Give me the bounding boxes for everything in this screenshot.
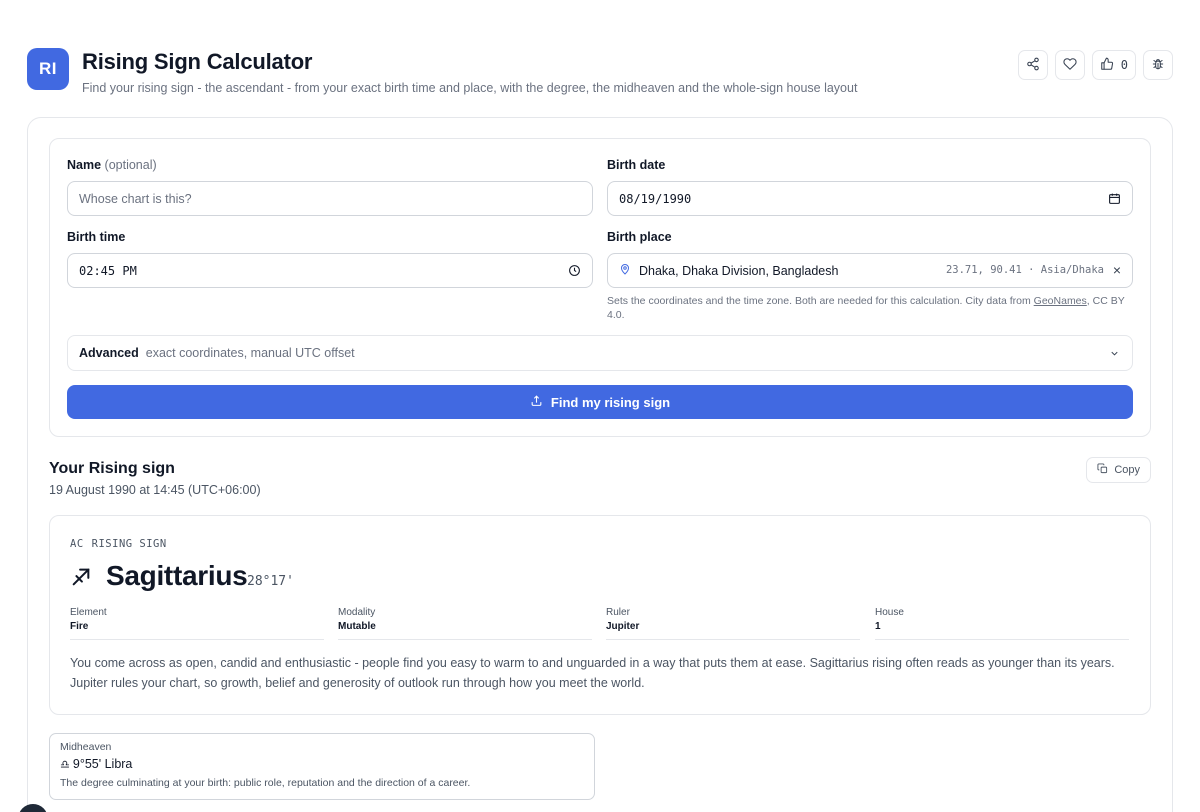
favorite-button[interactable]: [1054, 50, 1085, 80]
birth-date-input[interactable]: 08/19/1990: [607, 181, 1133, 216]
fact-element: Element Fire: [70, 607, 324, 640]
midheaven-description: The degree culminating at your birth: pu…: [60, 777, 471, 789]
rising-sign-eyebrow: AC RISING SIGN: [70, 538, 167, 550]
fact-key: Modality: [338, 607, 376, 618]
rising-sign-name: Sagittarius: [106, 560, 248, 591]
name-label-text: Name: [67, 158, 102, 172]
calendar-icon[interactable]: [1108, 192, 1121, 205]
fact-house: House 1: [875, 607, 1129, 640]
advanced-description: exact coordinates, manual UTC offset: [145, 346, 355, 360]
sagittarius-glyph-icon: [70, 566, 94, 590]
libra-glyph-icon: ♎: [60, 759, 70, 771]
result-birth-datetime: 19 August 1990 at 14:45 (UTC+06:00): [49, 483, 261, 497]
birth-date-value: 08/19/1990: [619, 191, 692, 206]
upload-icon: [530, 394, 543, 410]
fact-value: Jupiter: [606, 621, 640, 632]
birth-time-input[interactable]: 02:45 PM: [67, 253, 593, 288]
midheaven-label: Midheaven: [60, 741, 112, 753]
fact-value: 1: [875, 621, 881, 632]
midheaven-value: ♎ 9°55' Libra: [60, 757, 584, 771]
bug-icon: [1151, 57, 1165, 74]
page-header: RI Rising Sign Calculator Find your risi…: [27, 48, 1173, 100]
fact-modality: Modality Mutable: [338, 607, 592, 640]
page-title: Rising Sign Calculator: [82, 49, 313, 74]
fact-key: Ruler: [606, 607, 630, 618]
birth-details-form: Name (optional) Whose chart is this? Bir…: [49, 138, 1151, 437]
map-pin-icon: [619, 263, 631, 278]
birth-time-value: 02:45 PM: [79, 263, 137, 278]
share-icon: [1026, 57, 1040, 74]
calculator-panel: Name (optional) Whose chart is this? Bir…: [27, 117, 1173, 812]
app-badge: RI: [27, 48, 69, 90]
fact-key: House: [875, 607, 904, 618]
fact-value: Fire: [70, 621, 89, 632]
copy-button[interactable]: Copy: [1086, 457, 1151, 483]
page-subtitle: Find your rising sign - the ascendant - …: [82, 81, 858, 95]
geonames-link[interactable]: GeoNames: [1034, 295, 1087, 307]
advanced-title: Advanced: [79, 346, 139, 360]
name-optional-hint: (optional): [104, 158, 157, 172]
birth-place-coordinates: 23.71, 90.41 · Asia/Dhaka: [945, 264, 1104, 276]
fact-key: Element: [70, 607, 107, 618]
copy-icon: [1097, 463, 1108, 477]
birth-place-value: Dhaka, Dhaka Division, Bangladesh: [639, 263, 839, 278]
clear-place-icon[interactable]: ×: [1113, 263, 1121, 277]
helper-text: Sets the coordinates and the time zone. …: [607, 295, 1034, 307]
fact-ruler: Ruler Jupiter: [606, 607, 860, 640]
birth-place-input[interactable]: Dhaka, Dhaka Division, Bangladesh 23.71,…: [607, 253, 1133, 288]
copy-label: Copy: [1114, 464, 1140, 476]
thumbs-up-icon: [1100, 57, 1114, 74]
rising-sign-description: You come across as open, candid and enth…: [70, 656, 1115, 690]
heart-icon: [1063, 57, 1077, 74]
ascendant-code: AC: [70, 538, 84, 550]
like-button[interactable]: 0: [1091, 50, 1136, 80]
birth-place-helper: Sets the coordinates and the time zone. …: [607, 294, 1137, 322]
advanced-toggle[interactable]: Advanced exact coordinates, manual UTC o…: [67, 335, 1133, 371]
name-input[interactable]: Whose chart is this?: [67, 181, 593, 216]
result-title: Your Rising sign: [49, 460, 175, 477]
birth-date-label: Birth date: [607, 158, 666, 172]
chevron-down-icon: [1109, 348, 1120, 362]
birth-time-label: Birth time: [67, 230, 126, 244]
header-actions: 0: [1017, 50, 1173, 80]
report-bug-button[interactable]: [1143, 50, 1173, 80]
midheaven-card: Midheaven ♎ 9°55' Libra The degree culmin…: [49, 733, 595, 800]
rising-sign-label: RISING SIGN: [91, 538, 167, 550]
name-placeholder: Whose chart is this?: [79, 191, 192, 206]
find-rising-sign-button[interactable]: Find my rising sign: [67, 385, 1133, 419]
sign-facts: Element Fire Modality Mutable Ruler Jupi…: [70, 607, 1130, 641]
midheaven-value-text: 9°55' Libra: [72, 757, 133, 771]
like-count: 0: [1120, 58, 1128, 72]
clock-icon[interactable]: [568, 264, 581, 277]
fact-value: Mutable: [338, 621, 376, 632]
share-button[interactable]: [1017, 50, 1048, 80]
name-label: Name (optional): [67, 158, 157, 172]
find-rising-sign-label: Find my rising sign: [550, 394, 671, 410]
birth-place-label: Birth place: [607, 230, 672, 244]
rising-sign-degree: 28°17': [247, 574, 294, 589]
rising-sign-card: AC RISING SIGN Sagittarius 28°17' Element…: [49, 515, 1151, 715]
